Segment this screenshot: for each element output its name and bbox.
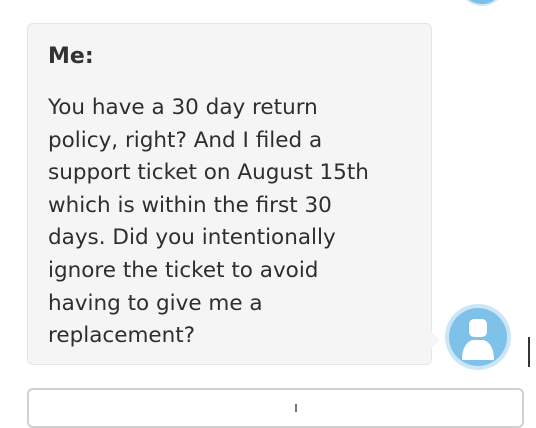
message-text: You have a 30 day return policy, right? … <box>48 95 369 349</box>
previous-user-avatar-icon <box>456 0 508 6</box>
reply-input[interactable] <box>27 388 524 428</box>
text-caret <box>295 404 297 412</box>
message-bubble: Me: You have a 30 day return policy, rig… <box>27 23 440 365</box>
person-silhouette-icon <box>462 319 494 360</box>
user-avatar-icon <box>445 304 511 370</box>
avatar-circle <box>449 308 507 366</box>
message-sender-label: Me: <box>48 44 94 69</box>
scrollbar-thumb[interactable] <box>528 337 530 367</box>
